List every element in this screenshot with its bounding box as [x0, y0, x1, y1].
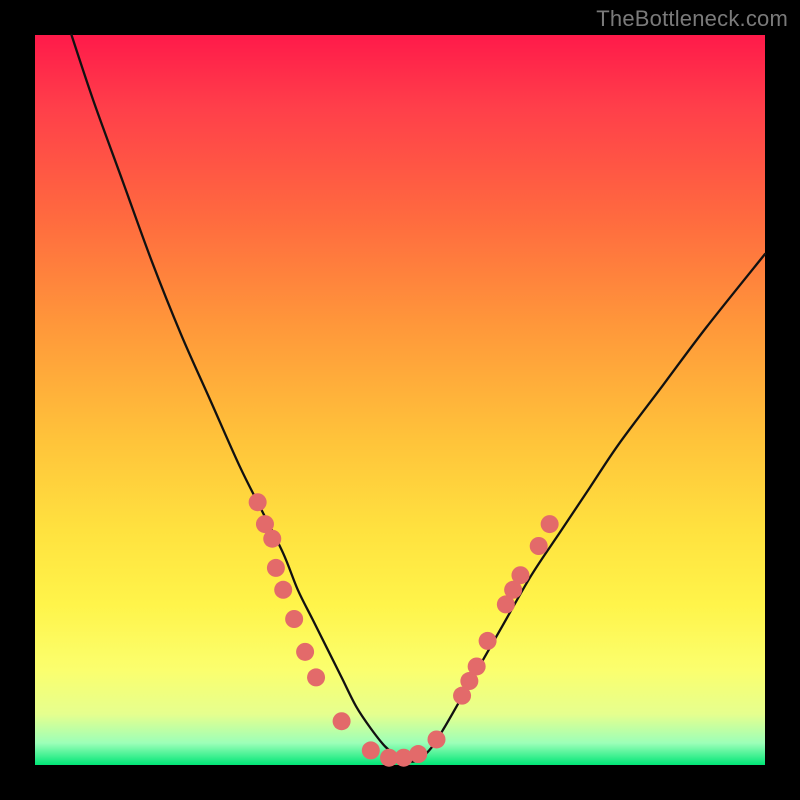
data-marker: [511, 566, 529, 584]
data-marker: [307, 668, 325, 686]
chart-frame: TheBottleneck.com: [0, 0, 800, 800]
data-marker: [362, 741, 380, 759]
data-marker: [409, 745, 427, 763]
bottleneck-curve: [72, 35, 766, 762]
data-marker: [530, 537, 548, 555]
data-marker: [428, 730, 446, 748]
watermark-text: TheBottleneck.com: [596, 6, 788, 32]
data-marker: [263, 530, 281, 548]
data-marker: [274, 581, 292, 599]
data-marker: [267, 559, 285, 577]
data-marker: [285, 610, 303, 628]
data-marker: [541, 515, 559, 533]
data-marker: [249, 493, 267, 511]
plot-area: [35, 35, 765, 765]
data-marker: [479, 632, 497, 650]
data-marker: [333, 712, 351, 730]
data-markers-group: [249, 493, 559, 767]
data-marker: [296, 643, 314, 661]
bottleneck-curve-svg: [35, 35, 765, 765]
data-marker: [468, 657, 486, 675]
